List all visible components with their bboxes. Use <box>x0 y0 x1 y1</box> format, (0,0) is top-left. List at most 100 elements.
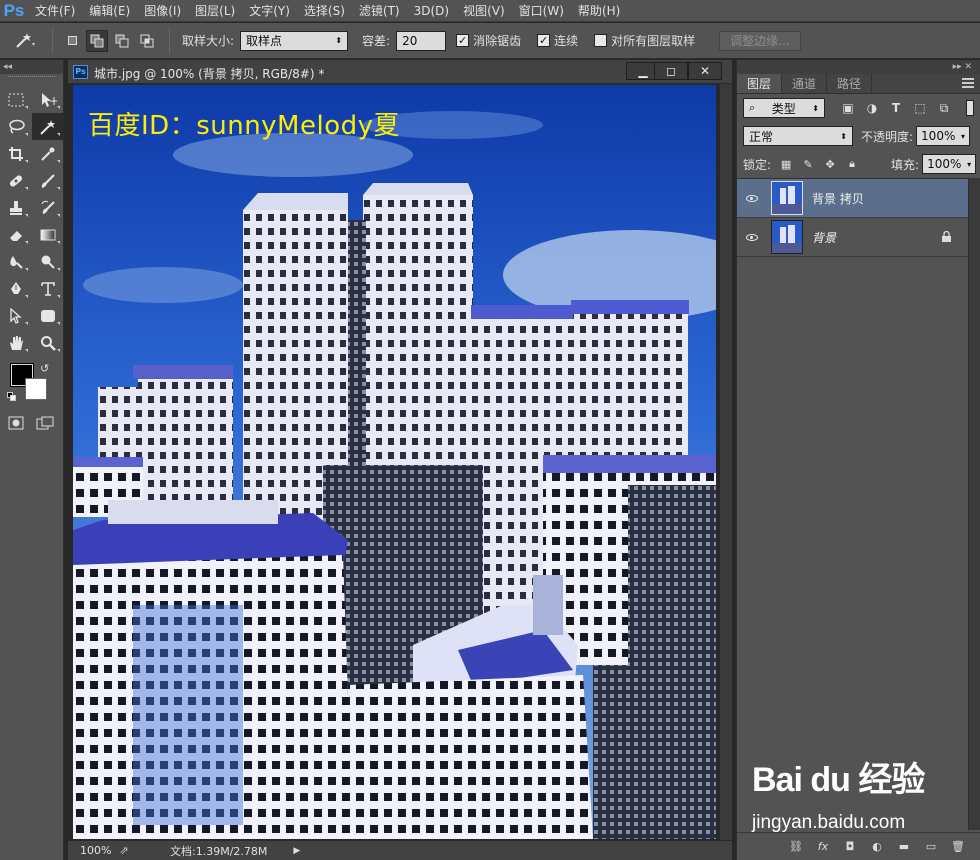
filter-pixel-icon[interactable]: ▣ <box>839 100 857 116</box>
tab-paths[interactable]: 路径 <box>827 74 873 93</box>
close-button[interactable]: ✕ <box>688 62 722 80</box>
stamp-icon <box>10 200 22 215</box>
eraser-icon <box>10 230 22 241</box>
quick-mask-button[interactable] <box>8 416 24 433</box>
sample-all-layers-checkbox[interactable] <box>594 34 608 47</box>
blur-tool[interactable] <box>0 248 32 275</box>
city-photo[interactable]: 百度ID：sunnyMelody夏 <box>73 85 716 839</box>
document-tab[interactable]: Ps 城市.jpg @ 100% (背景 拷贝, RGB/8#) * ▁ ◻ ✕ <box>68 60 732 84</box>
hand-tool[interactable] <box>0 329 32 356</box>
gradient-tool[interactable] <box>32 221 64 248</box>
spot-healing-tool[interactable] <box>0 167 32 194</box>
share-icon[interactable]: ⇗ <box>116 844 132 857</box>
layer-visibility-toggle[interactable] <box>737 233 767 241</box>
move-tool[interactable] <box>32 86 64 113</box>
sample-size-label: 取样大小: <box>182 34 235 48</box>
background-color[interactable] <box>25 378 47 400</box>
collapse-panel-icon[interactable]: ▸▸ ✕ <box>737 60 980 74</box>
panel-grip[interactable] <box>8 76 55 84</box>
new-selection-button[interactable] <box>61 30 83 52</box>
zoom-level[interactable]: 100% <box>68 843 116 859</box>
filter-adjustment-icon[interactable]: ◑ <box>863 100 881 116</box>
collapse-tools-icon[interactable]: ◂◂ <box>0 60 63 74</box>
filter-shape-icon[interactable]: ⬚ <box>911 100 929 116</box>
type-tool[interactable] <box>32 275 64 302</box>
magic-wand-tool[interactable] <box>32 113 64 140</box>
menu-select[interactable]: 选择(S) <box>297 0 352 22</box>
path-selection-tool[interactable] <box>0 302 32 329</box>
history-brush-tool[interactable] <box>32 194 64 221</box>
menu-image[interactable]: 图像(I) <box>137 0 188 22</box>
lock-pixels-icon[interactable]: ✎ <box>801 157 815 171</box>
layer-name[interactable]: 背景 <box>812 229 836 246</box>
filter-smart-object-icon[interactable]: ⧉ <box>935 100 953 116</box>
tab-layers[interactable]: 图层 <box>737 74 783 93</box>
app-logo[interactable]: Ps <box>0 0 28 22</box>
blend-mode-select[interactable]: 正常 ⬍ <box>743 126 853 146</box>
crop-tool[interactable] <box>0 140 32 167</box>
panel-menu-icon[interactable] <box>962 78 974 88</box>
antialias-checkbox[interactable]: ✓ <box>456 34 470 47</box>
magic-wand-icon <box>16 32 35 48</box>
screen-mode-button[interactable] <box>36 416 54 433</box>
intersect-selection-button[interactable] <box>136 30 158 52</box>
brush-tool[interactable] <box>32 167 64 194</box>
layer-row-background[interactable]: 背景 <box>737 218 969 257</box>
subtract-selection-button[interactable] <box>111 30 133 52</box>
menu-filter[interactable]: 滤镜(T) <box>352 0 407 22</box>
canvas-area[interactable]: 百度ID：sunnyMelody夏 <box>68 84 732 840</box>
opacity-input[interactable]: 100% ▾ <box>916 126 971 146</box>
eyedropper-tool[interactable] <box>32 140 64 167</box>
zoom-icon <box>41 335 56 351</box>
menu-file[interactable]: 文件(F) <box>28 0 82 22</box>
sample-size-select[interactable]: 取样点 ⬍ <box>240 30 349 51</box>
menu-view[interactable]: 视图(V) <box>456 0 512 22</box>
lock-all-icon[interactable]: 🔒︎ <box>845 157 859 171</box>
restore-button[interactable]: ◻ <box>654 62 688 80</box>
vertical-scrollbar[interactable] <box>720 84 732 840</box>
menu-edit[interactable]: 编辑(E) <box>82 0 137 22</box>
menu-type[interactable]: 文字(Y) <box>242 0 297 22</box>
filter-kind-select[interactable]: ⌕ 类型 ⬍ <box>743 98 825 118</box>
add-selection-icon <box>90 34 104 47</box>
layer-name[interactable]: 背景 拷贝 <box>812 190 864 207</box>
lasso-tool[interactable] <box>0 113 32 140</box>
shape-tool[interactable] <box>32 302 64 329</box>
filter-type-icon[interactable]: T <box>887 100 905 116</box>
fill-input[interactable]: 100% ▾ <box>922 154 977 174</box>
tab-channels[interactable]: 通道 <box>782 74 828 93</box>
magic-wand-icon <box>40 119 55 135</box>
refine-edge-button[interactable]: 调整边缘... <box>719 30 801 51</box>
layer-visibility-toggle[interactable] <box>737 194 767 202</box>
filter-toggle[interactable] <box>966 100 974 116</box>
menu-layer[interactable]: 图层(L) <box>188 0 242 22</box>
clone-stamp-tool[interactable] <box>0 194 32 221</box>
dodge-tool[interactable] <box>32 248 64 275</box>
menu-3d[interactable]: 3D(D) <box>407 0 456 22</box>
swap-colors-icon[interactable]: ↺ <box>40 362 49 375</box>
rect-marquee-tool[interactable] <box>0 86 32 113</box>
contiguous-checkbox[interactable]: ✓ <box>537 34 551 47</box>
lock-transparency-icon[interactable]: ▦ <box>779 157 793 171</box>
tool-preset-picker[interactable] <box>6 27 44 55</box>
lock-position-icon[interactable]: ✥ <box>823 157 837 171</box>
tolerance-label: 容差: <box>362 34 391 48</box>
opacity-value: 100% <box>921 129 956 143</box>
rect-marquee-icon <box>8 93 24 106</box>
baidu-logo: Bai du 经验 <box>752 761 925 799</box>
pen-tool[interactable] <box>0 275 32 302</box>
add-selection-button[interactable] <box>86 29 108 52</box>
eyedropper-icon <box>41 147 55 161</box>
menu-help[interactable]: 帮助(H) <box>571 0 627 22</box>
status-menu-arrow-icon[interactable]: ▶ <box>293 846 300 856</box>
brush-icon <box>41 173 55 188</box>
default-colors-icon[interactable] <box>7 392 16 401</box>
status-bar: 100% ⇗ 文档:1.39M/2.78M ▶ <box>68 840 732 860</box>
menu-window[interactable]: 窗口(W) <box>512 0 571 22</box>
layer-row-background-copy[interactable]: 背景 拷贝 <box>737 179 969 218</box>
eraser-tool[interactable] <box>0 221 32 248</box>
layers-scrollbar[interactable] <box>968 178 980 830</box>
tolerance-input[interactable]: 20 <box>396 30 447 51</box>
zoom-tool[interactable] <box>32 329 64 356</box>
document-size: 文档:1.39M/2.78M <box>170 844 268 858</box>
